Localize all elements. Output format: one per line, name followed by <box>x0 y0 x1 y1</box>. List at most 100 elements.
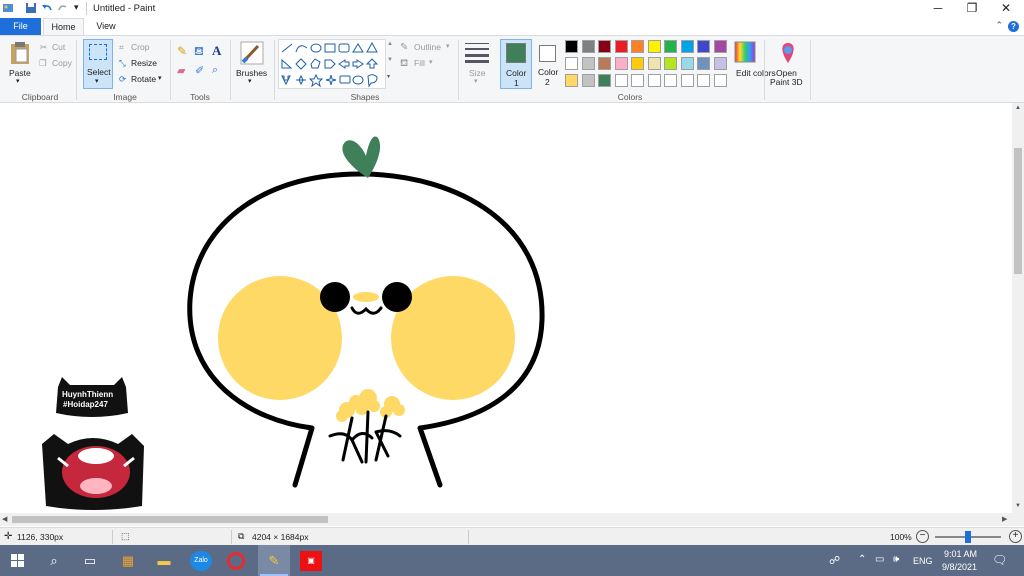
rotate-icon[interactable]: ⟳ <box>119 74 126 85</box>
palette-swatch[interactable] <box>680 74 694 87</box>
horizontal-scrollbar[interactable]: ◀ ▶ <box>0 513 1012 526</box>
save-icon[interactable] <box>25 2 37 14</box>
opera-icon[interactable] <box>227 552 245 570</box>
fill-bucket-icon[interactable]: ⛾ <box>194 44 204 60</box>
notifications-icon[interactable]: 🗨 <box>992 553 1007 567</box>
palette-swatch[interactable] <box>664 40 677 53</box>
redo-icon[interactable] <box>57 2 69 14</box>
copy-icon[interactable]: ❐ <box>39 58 47 69</box>
paint-taskbar-button[interactable]: ✎ <box>258 545 290 576</box>
scroll-left-icon[interactable]: ◀ <box>2 515 7 523</box>
tab-file[interactable]: File <box>0 18 41 35</box>
tab-home[interactable]: Home <box>43 18 84 35</box>
palette-swatch[interactable] <box>631 57 644 70</box>
zalo-icon[interactable]: Zalo <box>190 551 212 571</box>
size-icon[interactable] <box>464 41 490 63</box>
pencil-icon[interactable]: ✎ <box>177 44 187 58</box>
rotate-button[interactable]: Rotate <box>131 74 156 84</box>
palette-swatch[interactable] <box>565 57 578 70</box>
zoom-in-button[interactable]: + <box>1009 530 1022 543</box>
copy-button[interactable]: Copy <box>52 58 72 68</box>
paint3d-icon[interactable] <box>778 41 798 65</box>
palette-swatch[interactable] <box>697 74 710 87</box>
fill-button[interactable]: Fill <box>414 58 425 68</box>
clock-date[interactable]: 9/8/2021 <box>942 562 977 572</box>
palette-swatch[interactable] <box>647 40 661 53</box>
crop-button[interactable]: Crop <box>131 42 149 52</box>
zoom-slider[interactable] <box>935 531 1001 543</box>
palette-swatch[interactable] <box>664 57 677 70</box>
eraser-icon[interactable]: ▰ <box>177 64 185 77</box>
color1-button[interactable]: Color 1 <box>500 39 532 89</box>
color-picker-icon[interactable]: ✐ <box>195 64 204 77</box>
palette-swatch[interactable] <box>680 57 694 70</box>
windows-start-icon[interactable] <box>11 554 24 567</box>
vertical-scrollbar[interactable]: ▲ ▼ <box>1012 103 1024 513</box>
edit-colors-icon[interactable] <box>734 41 756 63</box>
cut-button[interactable]: Cut <box>52 42 65 52</box>
people-icon[interactable]: ☍ <box>829 554 840 567</box>
palette-swatch[interactable] <box>713 40 727 53</box>
outline-dropdown-icon[interactable]: ▾ <box>446 42 450 50</box>
palette-swatch[interactable] <box>631 40 644 53</box>
palette-swatch[interactable] <box>598 57 611 70</box>
collapse-ribbon-icon[interactable]: ⌃ <box>995 20 1003 31</box>
game-app-icon[interactable]: ▣ <box>300 551 322 571</box>
crop-icon[interactable]: ⌗ <box>119 42 124 53</box>
palette-swatch[interactable] <box>680 40 694 53</box>
palette-swatch[interactable] <box>581 57 595 70</box>
outline-icon[interactable]: ✎ <box>400 42 408 53</box>
brushes-icon[interactable] <box>240 41 264 65</box>
fill-dropdown-icon[interactable]: ▾ <box>429 58 433 66</box>
minimize-button[interactable]: ─ <box>921 0 955 17</box>
drawing-canvas[interactable]: HuynhThienn #Hoidap247 <box>0 103 1012 513</box>
store-app-icon[interactable]: ▦ <box>117 550 139 572</box>
customize-quick-access-icon[interactable]: ▾ <box>74 2 79 13</box>
task-view-icon[interactable]: ▭ <box>79 550 101 572</box>
zoom-out-button[interactable]: − <box>916 530 929 543</box>
show-hidden-icons-icon[interactable]: ⌃ <box>858 554 866 565</box>
close-button[interactable]: ✕ <box>989 0 1023 17</box>
language-indicator[interactable]: ENG <box>913 556 933 566</box>
select-button[interactable]: Select ▾ <box>83 39 113 89</box>
palette-swatch[interactable] <box>565 74 578 87</box>
size-dropdown-icon[interactable]: ▾ <box>474 77 478 85</box>
palette-swatch[interactable] <box>713 57 727 70</box>
help-icon[interactable]: ? <box>1008 21 1019 32</box>
fill-icon[interactable]: ⛾ <box>400 58 408 71</box>
paste-button[interactable]: Paste <box>9 68 31 78</box>
scroll-down-icon[interactable]: ▼ <box>1015 503 1021 509</box>
brushes-button[interactable]: Brushes <box>236 68 267 78</box>
resize-button[interactable]: Resize <box>131 58 157 68</box>
palette-swatch[interactable] <box>631 74 644 87</box>
magnifier-icon[interactable]: ⌕ <box>212 64 218 77</box>
tab-view[interactable]: View <box>86 18 126 35</box>
palette-swatch[interactable] <box>664 74 677 87</box>
cut-icon[interactable]: ✂ <box>40 42 47 53</box>
palette-swatch[interactable] <box>614 57 628 70</box>
outline-button[interactable]: Outline <box>414 42 441 52</box>
palette-swatch[interactable] <box>697 40 710 53</box>
palette-swatch[interactable] <box>713 74 727 87</box>
horizontal-scroll-thumb[interactable] <box>12 516 328 523</box>
paste-icon[interactable] <box>10 41 30 65</box>
palette-swatch[interactable] <box>647 57 661 70</box>
shapes-gallery[interactable] <box>278 39 386 89</box>
scroll-right-icon[interactable]: ▶ <box>1002 515 1007 523</box>
palette-swatch[interactable] <box>581 40 595 53</box>
palette-swatch[interactable] <box>614 40 628 53</box>
palette-swatch[interactable] <box>647 74 661 87</box>
color2-button[interactable]: Color 2 <box>534 39 562 89</box>
palette-swatch[interactable] <box>565 40 578 53</box>
file-explorer-icon[interactable]: ▬ <box>153 550 175 572</box>
search-icon[interactable]: ⌕ <box>43 550 65 572</box>
undo-icon[interactable] <box>41 2 53 14</box>
battery-icon[interactable]: ▭ <box>875 554 884 565</box>
brushes-dropdown-icon[interactable]: ▾ <box>248 77 252 85</box>
resize-icon[interactable]: ⤡ <box>119 58 126 69</box>
palette-swatch[interactable] <box>697 57 710 70</box>
rotate-dropdown-icon[interactable]: ▾ <box>158 74 162 82</box>
volume-icon[interactable]: 🕪 <box>893 554 899 565</box>
shapes-scroll[interactable]: ▲ ▼ ▾ <box>386 39 394 87</box>
paint3d-label[interactable]: Paint 3D <box>770 77 803 87</box>
